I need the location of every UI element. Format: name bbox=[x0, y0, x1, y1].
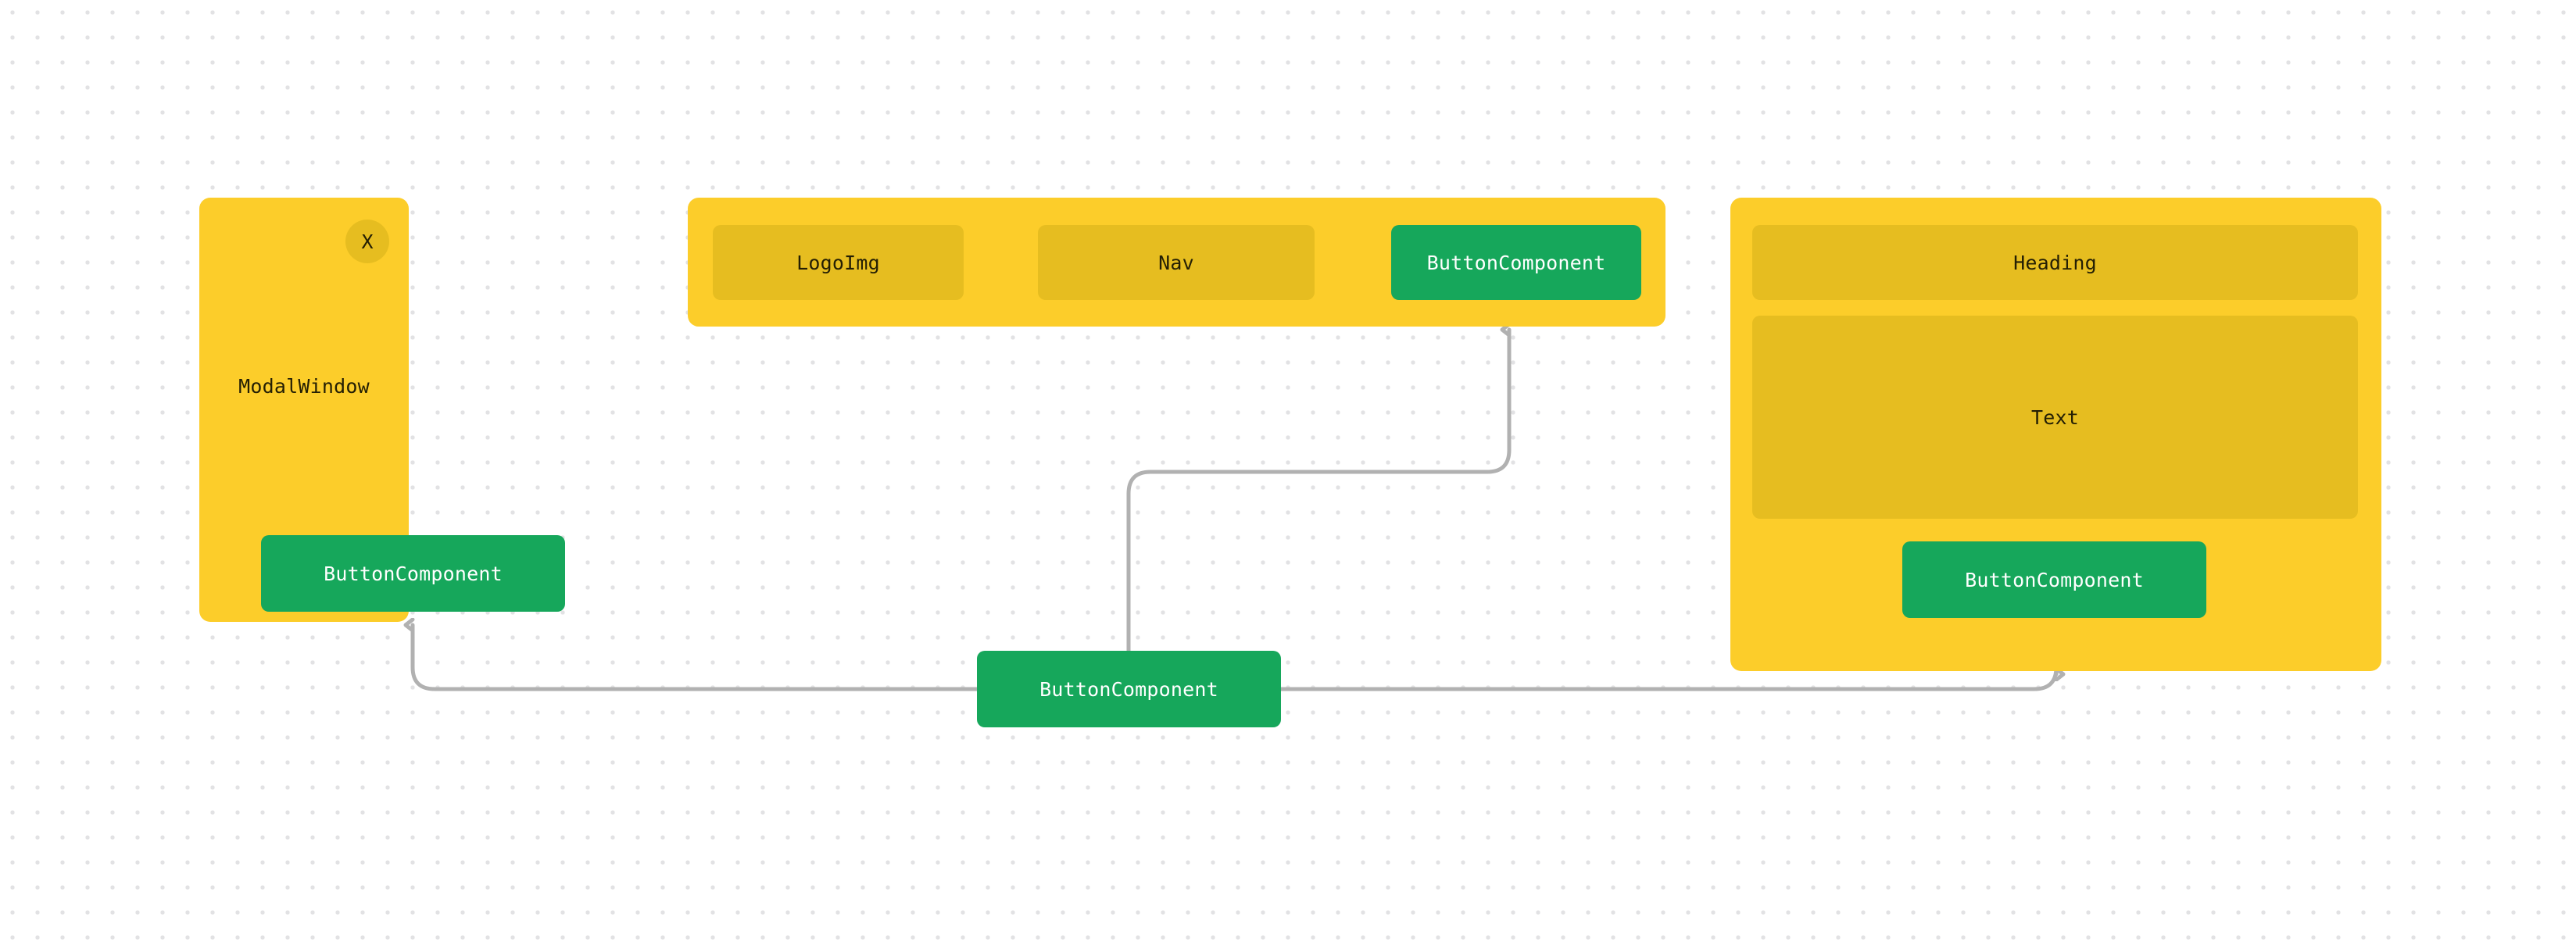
modal-window-title: ModalWindow bbox=[238, 375, 370, 398]
diagram-canvas[interactable]: X ModalWindow ButtonComponent LogoImg Na… bbox=[0, 0, 2576, 950]
close-icon[interactable]: X bbox=[345, 220, 389, 263]
navbar-button-component[interactable]: ButtonComponent bbox=[1391, 225, 1641, 300]
edge-center-to-modal bbox=[413, 625, 979, 691]
modal-button-component[interactable]: ButtonComponent bbox=[261, 535, 565, 612]
content-heading[interactable]: Heading bbox=[1752, 225, 2358, 300]
node-content-card[interactable]: Heading Text ButtonComponent bbox=[1730, 198, 2381, 671]
node-modal-window[interactable]: X ModalWindow ButtonComponent bbox=[199, 198, 565, 622]
edge-center-to-navbar bbox=[1126, 330, 1512, 653]
node-center-button-component[interactable]: ButtonComponent bbox=[977, 651, 1281, 727]
content-text[interactable]: Text bbox=[1752, 316, 2358, 519]
navbar-logo-img[interactable]: LogoImg bbox=[713, 225, 964, 300]
navbar-nav[interactable]: Nav bbox=[1038, 225, 1315, 300]
content-button-component[interactable]: ButtonComponent bbox=[1902, 541, 2206, 618]
node-navbar[interactable]: LogoImg Nav ButtonComponent bbox=[688, 198, 1665, 327]
